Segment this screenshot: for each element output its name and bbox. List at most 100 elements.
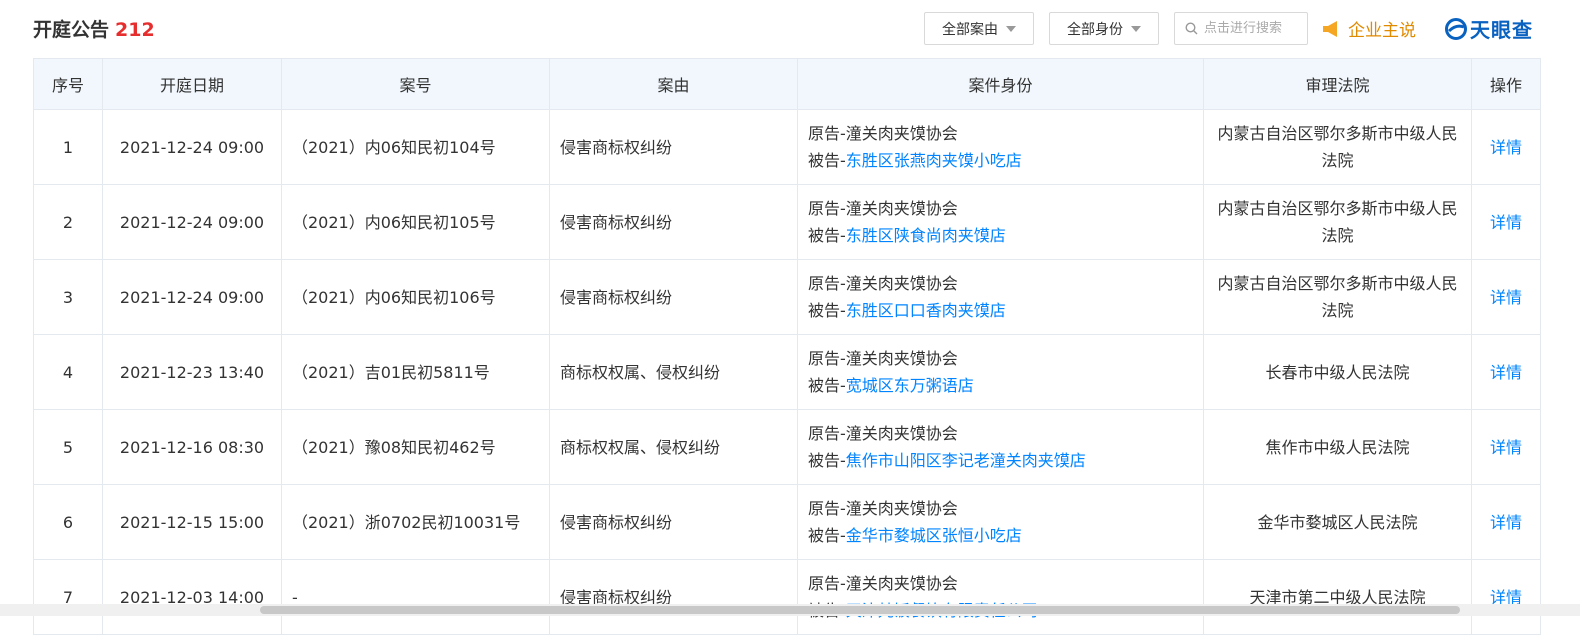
plaintiff-line: 原告-潼关肉夹馍协会: [808, 195, 1193, 222]
row-number: 3: [33, 259, 103, 335]
plaintiff-prefix: 原告-: [808, 424, 846, 443]
defendant-link[interactable]: 东胜区张燕肉夹馍小吃店: [846, 151, 1022, 170]
case-parties: 原告-潼关肉夹馍协会 被告-宽城区东万粥语店: [797, 334, 1204, 410]
plaintiff-prefix: 原告-: [808, 124, 846, 143]
plaintiff-prefix: 原告-: [808, 199, 846, 218]
role-filter-dropdown[interactable]: 全部身份: [1049, 12, 1159, 45]
row-number: 6: [33, 484, 103, 560]
column-header: 案由: [549, 58, 798, 110]
hearing-date: 2021-12-23 13:40: [102, 334, 282, 410]
case-cause: 侵害商标权纠纷: [549, 559, 798, 635]
detail-link[interactable]: 详情: [1490, 438, 1522, 457]
hearing-date: 2021-12-24 09:00: [102, 109, 282, 185]
case-parties: 原告-潼关肉夹馍协会被告-金华市婺城区张恒小吃店: [797, 484, 1204, 560]
plaintiff-prefix: 原告-: [808, 574, 846, 593]
hearing-date: 2021-12-24 09:00: [102, 184, 282, 260]
plaintiff-name: 潼关肉夹馍协会: [845, 499, 958, 518]
court-announcement-table: 序号 开庭日期 案号 案由 案件身份 审理法院 操作 1 2021-12-24 0…: [33, 58, 1541, 635]
cause-filter-dropdown[interactable]: 全部案由: [924, 12, 1034, 45]
defendant-prefix: 被告-: [808, 301, 846, 320]
row-number: 2: [33, 184, 103, 260]
column-header: 案号: [281, 58, 550, 110]
hearing-date: 2021-12-16 08:30: [102, 409, 282, 485]
header-bar: 开庭公告212 全部案由 全部身份 企业主说 天眼查: [0, 0, 1580, 58]
case-number: （2021）吉01民初5811号: [281, 334, 550, 410]
detail-link[interactable]: 详情: [1490, 513, 1522, 532]
court-name: 内蒙古自治区鄂尔多斯市中级人民法院: [1203, 259, 1472, 335]
logo-text: 天眼查: [1470, 18, 1533, 42]
case-number: （2021）豫08知民初462号: [281, 409, 550, 485]
chevron-down-icon: [1131, 25, 1141, 32]
defendant-line: 被告-东胜区张燕肉夹馍小吃店: [808, 147, 1193, 174]
chevron-down-icon: [1006, 25, 1016, 32]
action-cell: 详情: [1471, 259, 1541, 335]
result-count: 212: [115, 19, 155, 41]
case-cause: 侵害商标权纠纷: [549, 184, 798, 260]
court-name: 内蒙古自治区鄂尔多斯市中级人民法院: [1203, 109, 1472, 185]
plaintiff-line: 原告-潼关肉夹馍协会: [808, 495, 1193, 522]
search-icon: [1185, 22, 1198, 35]
scrollbar-thumb[interactable]: [260, 606, 1460, 614]
case-number: （2021）内06知民初105号: [281, 184, 550, 260]
case-parties: 原告-潼关肉夹馍协会被告-东胜区口口香肉夹馍店: [797, 259, 1204, 335]
megaphone-icon: [1323, 20, 1337, 37]
detail-link[interactable]: 详情: [1490, 213, 1522, 232]
role-filter-label: 全部身份: [1067, 21, 1123, 38]
defendant-line: 被告-焦作市山阳区李记老潼关肉夹馍店: [808, 447, 1193, 474]
table-row: 72021-12-03 14:00-侵害商标权纠纷原告-潼关肉夹馍协会被告-天津…: [33, 559, 1541, 635]
case-parties: 原告-潼关肉夹馍协会 被告-东胜区张燕肉夹馍小吃店: [797, 109, 1204, 185]
search-input[interactable]: [1202, 20, 1306, 37]
plaintiff-line: 原告-潼关肉夹馍协会: [808, 120, 1193, 147]
plaintiff-prefix: 原告-: [808, 499, 846, 518]
hearing-date: 2021-12-03 14:00: [102, 559, 282, 635]
plaintiff-prefix: 原告-: [808, 274, 846, 293]
hearing-date: 2021-12-15 15:00: [102, 484, 282, 560]
plaintiff-name: 潼关肉夹馍协会: [845, 574, 958, 593]
action-cell: 详情: [1471, 409, 1541, 485]
column-header: 案件身份: [797, 58, 1204, 110]
defendant-prefix: 被告-: [808, 526, 846, 545]
defendant-line: 被告-东胜区口口香肉夹馍店: [808, 297, 1193, 324]
table-row: 5 2021-12-16 08:30 （2021）豫08知民初462号 商标权权属、侵…: [33, 409, 1541, 485]
row-number: 7: [33, 559, 103, 635]
page-title-text: 开庭公告: [33, 19, 110, 41]
case-parties: 原告-潼关肉夹馍协会 被告-焦作市山阳区李记老潼关肉夹馍店: [797, 409, 1204, 485]
defendant-line: 被告-东胜区陕食尚肉夹馍店: [808, 222, 1193, 249]
defendant-line: 被告-宽城区东万粥语店: [808, 372, 1193, 399]
plaintiff-name: 潼关肉夹馍协会: [845, 424, 958, 443]
action-cell: 详情: [1471, 559, 1541, 635]
column-header: 操作: [1471, 58, 1541, 110]
defendant-link[interactable]: 东胜区陕食尚肉夹馍店: [846, 226, 1006, 245]
case-parties: 原告-潼关肉夹馍协会被告-天津梵饭餐饮有限责任公司: [797, 559, 1204, 635]
detail-link[interactable]: 详情: [1490, 363, 1522, 382]
case-number: （2021）内06知民初106号: [281, 259, 550, 335]
horizontal-scrollbar[interactable]: [0, 604, 1580, 616]
defendant-link[interactable]: 宽城区东万粥语店: [846, 376, 974, 395]
table-row: 3 2021-12-24 09:00 （2021）内06知民初106号 侵害商标权纠纷…: [33, 259, 1541, 335]
case-number: （2021）内06知民初104号: [281, 109, 550, 185]
column-header: 审理法院: [1203, 58, 1472, 110]
enterprise-voice-link[interactable]: 企业主说: [1322, 16, 1416, 41]
plaintiff-line: 原告-潼关肉夹馍协会: [808, 420, 1193, 447]
detail-link[interactable]: 详情: [1490, 288, 1522, 307]
row-number: 5: [33, 409, 103, 485]
table-row: 6 2021-12-15 15:00 （2021）浙0702民初10031号 侵害商标…: [33, 484, 1541, 560]
action-cell: 详情: [1471, 109, 1541, 185]
plaintiff-line: 原告-潼关肉夹馍协会: [808, 570, 1193, 597]
defendant-link[interactable]: 焦作市山阳区李记老潼关肉夹馍店: [846, 451, 1086, 470]
case-cause: 商标权权属、侵权纠纷: [549, 409, 798, 485]
defendant-prefix: 被告-: [808, 226, 846, 245]
defendant-link[interactable]: 东胜区口口香肉夹馍店: [846, 301, 1006, 320]
table-header-row: 序号 开庭日期 案号 案由 案件身份 审理法院 操作: [33, 58, 1541, 110]
search-box[interactable]: [1174, 12, 1308, 45]
case-cause: 侵害商标权纠纷: [549, 109, 798, 185]
case-cause: 侵害商标权纠纷: [549, 484, 798, 560]
defendant-link[interactable]: 金华市婺城区张恒小吃店: [846, 526, 1022, 545]
detail-link[interactable]: 详情: [1490, 138, 1522, 157]
case-number: -: [281, 559, 550, 635]
plaintiff-name: 潼关肉夹馍协会: [845, 274, 958, 293]
court-name: 长春市中级人民法院: [1203, 334, 1472, 410]
column-header: 开庭日期: [102, 58, 282, 110]
plaintiff-line: 原告-潼关肉夹馍协会: [808, 345, 1193, 372]
hearing-date: 2021-12-24 09:00: [102, 259, 282, 335]
